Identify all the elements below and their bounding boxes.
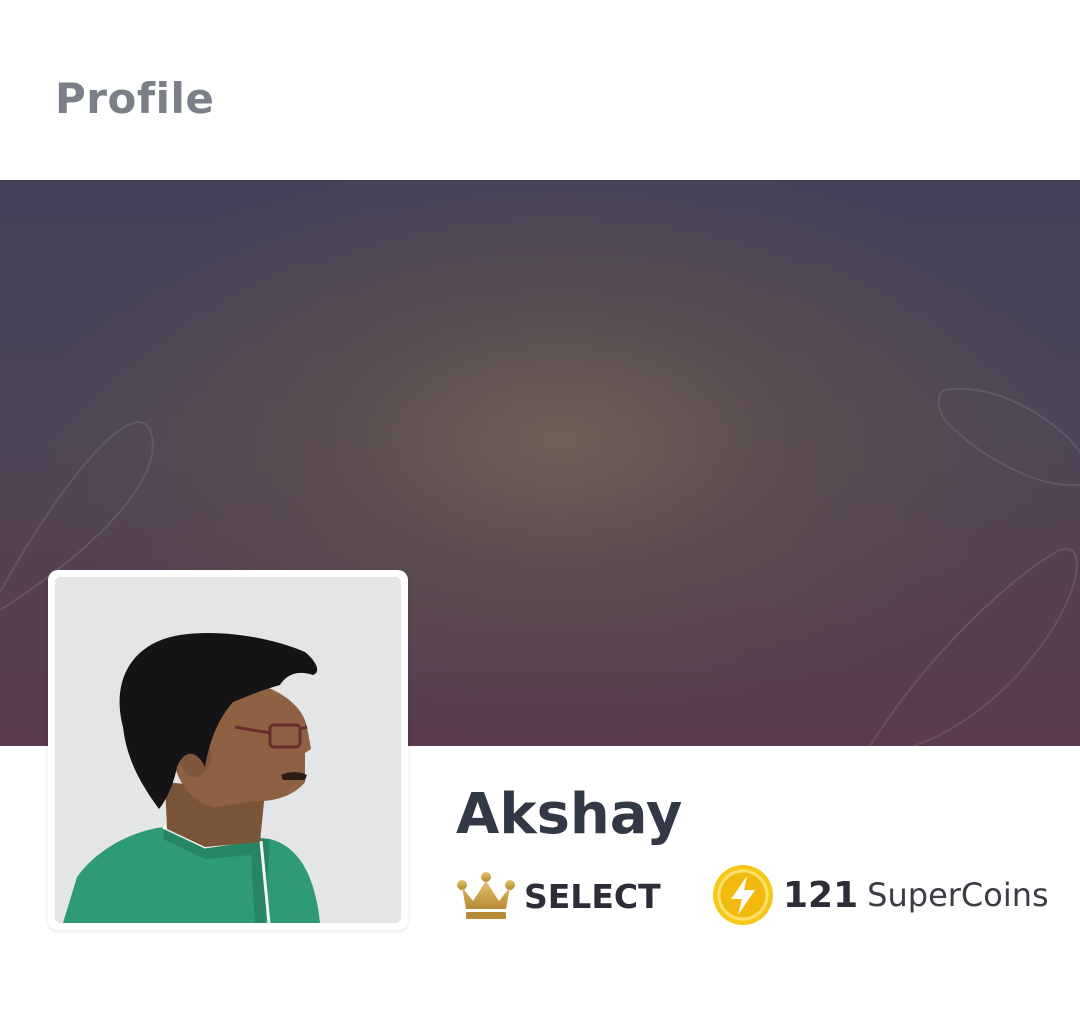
supercoins-count: 121 — [783, 874, 859, 916]
avatar-card[interactable] — [48, 570, 408, 930]
membership-badge[interactable]: SELECT — [456, 868, 661, 924]
lightning-coin-icon — [712, 864, 774, 926]
header: Profile — [0, 0, 1080, 180]
supercoins-label: SuperCoins — [867, 876, 1049, 914]
page-title: Profile — [55, 74, 215, 123]
membership-label: SELECT — [524, 876, 661, 916]
user-name: Akshay — [456, 782, 683, 847]
supercoins-balance[interactable]: 121 SuperCoins — [712, 864, 1049, 926]
crown-icon — [456, 871, 516, 921]
avatar-photo-icon — [55, 577, 401, 923]
avatar[interactable] — [55, 577, 401, 923]
